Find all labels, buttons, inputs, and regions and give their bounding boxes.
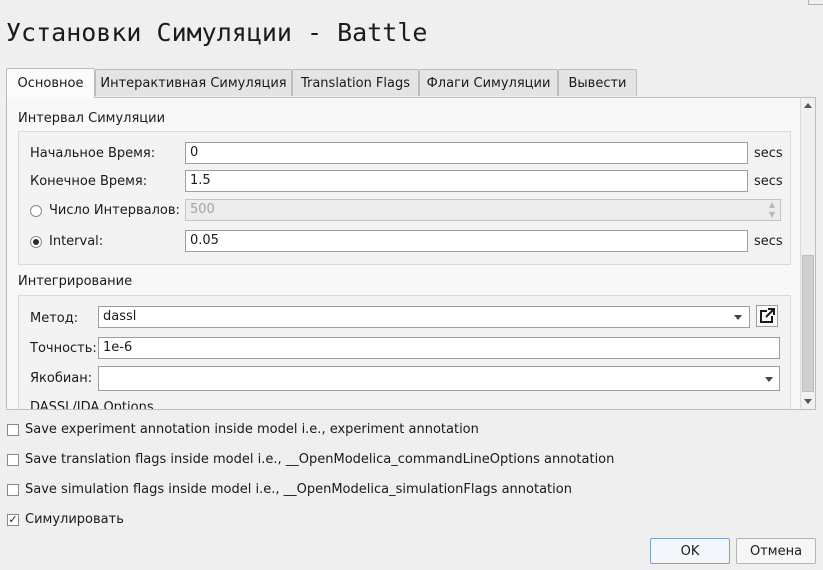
interval-radio[interactable] xyxy=(30,236,42,248)
external-link-icon xyxy=(760,308,775,323)
interval-input[interactable]: 0.05 xyxy=(185,230,748,252)
interval-group-title: Интервал Симуляции xyxy=(18,111,166,126)
stop-time-label: Конечное Время: xyxy=(30,174,148,189)
tab-output[interactable]: Вывести xyxy=(558,69,637,96)
stop-time-input[interactable]: 1.5 xyxy=(185,170,748,192)
spin-up-icon[interactable]: ▲ xyxy=(766,200,778,210)
vertical-scrollbar[interactable] xyxy=(800,98,815,409)
tab-panel-general: Интервал Симуляции Начальное Время: 0 se… xyxy=(6,97,816,410)
simulate-label: Симулировать xyxy=(25,512,124,527)
number-of-intervals-radio[interactable] xyxy=(30,205,42,217)
chevron-down-icon[interactable] xyxy=(764,374,774,384)
method-combobox[interactable]: dassl xyxy=(98,306,750,328)
number-of-intervals-label: Число Интервалов: xyxy=(49,203,180,218)
method-help-button[interactable] xyxy=(756,305,778,327)
dialog-title: Установки Симуляции - Battle xyxy=(6,18,428,47)
save-translation-label: Save translation flags inside model i.e.… xyxy=(25,452,615,467)
save-translation-checkbox[interactable] xyxy=(7,454,19,466)
tab-general[interactable]: Основное xyxy=(6,68,95,98)
start-time-input[interactable]: 0 xyxy=(185,142,748,164)
method-label: Метод: xyxy=(30,311,79,326)
simulate-checkbox[interactable]: ✓ xyxy=(7,514,19,526)
tolerance-label: Точность: xyxy=(30,341,97,356)
interval-groupbox: Начальное Время: 0 secs Конечное Время: … xyxy=(18,131,791,265)
save-simulation-label: Save simulation flags inside model i.e.,… xyxy=(25,482,572,497)
number-of-intervals-spinbox[interactable]: 500 xyxy=(185,199,781,221)
window-corner xyxy=(808,0,823,5)
scrollbar-thumb[interactable] xyxy=(802,255,814,392)
integration-groupbox: Метод: dassl Точность: 1e-6 Якобиан: DAS… xyxy=(18,295,791,410)
save-experiment-checkbox[interactable] xyxy=(7,424,19,436)
save-experiment-label: Save experiment annotation inside model … xyxy=(25,422,479,437)
tab-translation-flags[interactable]: Translation Flags xyxy=(292,69,419,96)
tab-simulation-flags[interactable]: Флаги Симуляции xyxy=(419,69,558,96)
chevron-down-icon[interactable] xyxy=(733,312,743,322)
solver-options-title: DASSL/IDA Options xyxy=(30,400,154,410)
cancel-button[interactable]: Отмена xyxy=(736,538,816,564)
jacobian-label: Якобиан: xyxy=(30,371,93,386)
integration-group-title: Интегрирование xyxy=(18,274,133,289)
jacobian-combobox[interactable] xyxy=(98,366,780,391)
interval-unit: secs xyxy=(754,234,783,249)
save-simulation-checkbox[interactable] xyxy=(7,484,19,496)
tab-interactive-simulation[interactable]: Интерактивная Симуляция xyxy=(95,69,292,96)
interval-label: Interval: xyxy=(49,234,104,249)
spin-down-icon[interactable]: ▼ xyxy=(766,210,778,220)
start-time-label: Начальное Время: xyxy=(30,146,156,161)
ok-button[interactable]: OK xyxy=(650,538,730,564)
stop-time-unit: secs xyxy=(754,174,783,189)
tolerance-input[interactable]: 1e-6 xyxy=(98,337,780,359)
start-time-unit: secs xyxy=(754,146,783,161)
